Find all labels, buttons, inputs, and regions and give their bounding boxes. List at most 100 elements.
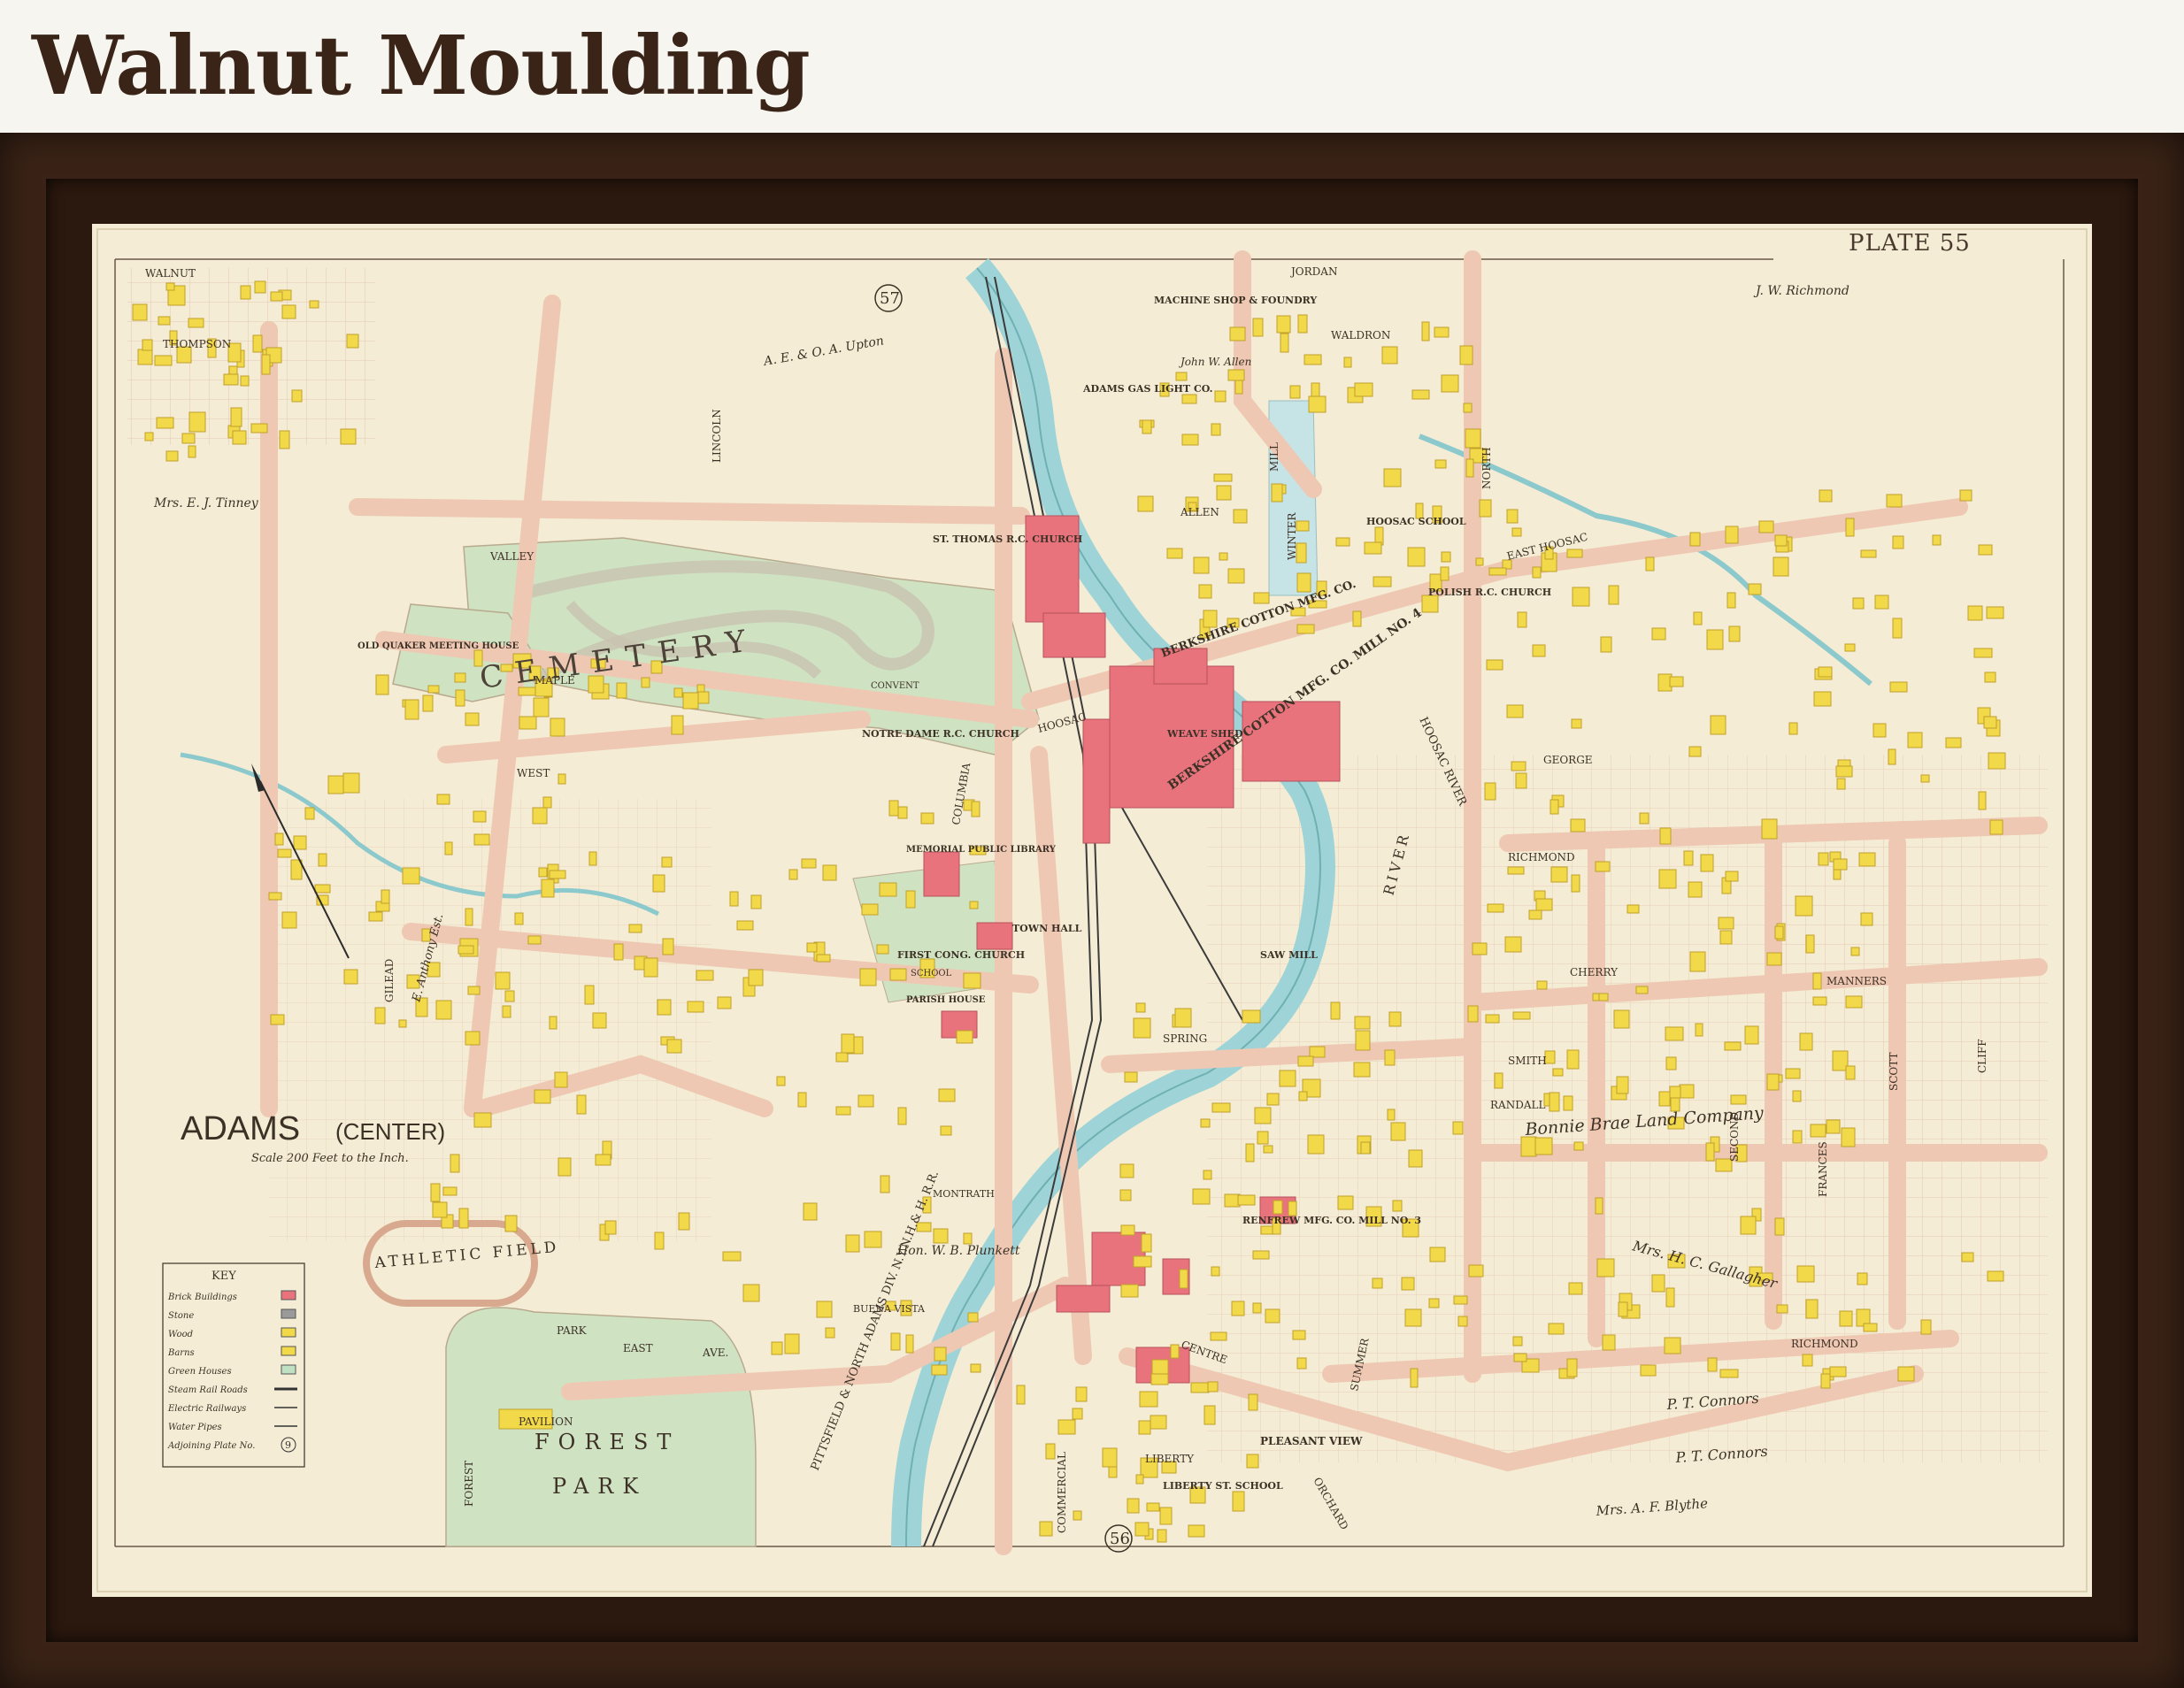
wood-building bbox=[252, 334, 263, 353]
wood-building bbox=[1792, 1090, 1802, 1102]
wood-building bbox=[402, 867, 420, 885]
map-title-suffix: (CENTER) bbox=[335, 1118, 445, 1145]
wood-building bbox=[748, 969, 764, 986]
street-forest: FOREST bbox=[463, 1461, 475, 1507]
wood-building bbox=[1651, 627, 1666, 641]
wood-building bbox=[1744, 1025, 1759, 1045]
wood-building bbox=[1198, 584, 1212, 599]
wood-building bbox=[432, 1201, 448, 1218]
wood-building bbox=[158, 316, 171, 326]
wood-building bbox=[1774, 534, 1788, 547]
wood-building bbox=[223, 373, 239, 386]
wood-building bbox=[1795, 895, 1813, 917]
wood-building bbox=[1227, 369, 1245, 381]
wood-building bbox=[888, 800, 899, 817]
wood-building bbox=[1719, 1369, 1739, 1378]
wood-building bbox=[1659, 827, 1672, 845]
owner-allen: John W. Allen bbox=[1178, 356, 1251, 368]
key-item-label: Electric Railways bbox=[167, 1404, 246, 1414]
wood-building bbox=[687, 1001, 704, 1013]
wood-building bbox=[1429, 1247, 1446, 1262]
wood-building bbox=[558, 773, 566, 785]
wood-building bbox=[841, 1033, 855, 1054]
walnut-frame: PLATE 55 ADAMS (CENTER) Scale 200 Feet t… bbox=[0, 133, 2184, 1688]
wood-building bbox=[538, 867, 548, 878]
wood-building bbox=[1138, 1420, 1151, 1435]
wood-building bbox=[1595, 861, 1611, 872]
wood-building bbox=[398, 1019, 407, 1028]
wood-building bbox=[1726, 592, 1736, 609]
wood-building bbox=[1967, 605, 1983, 621]
wood-building bbox=[1535, 898, 1553, 911]
wood-building bbox=[327, 775, 344, 794]
wood-building bbox=[1788, 722, 1798, 735]
wood-building bbox=[1820, 1373, 1831, 1389]
wood-building bbox=[1265, 1308, 1280, 1324]
wood-building bbox=[1207, 1381, 1219, 1393]
wood-building bbox=[1330, 1001, 1341, 1020]
wood-building bbox=[595, 1154, 611, 1166]
wood-building bbox=[1231, 1301, 1245, 1316]
wood-building bbox=[1602, 1334, 1616, 1351]
wood-building bbox=[1850, 947, 1860, 956]
wood-building bbox=[1296, 572, 1311, 593]
wood-building bbox=[662, 938, 674, 955]
wood-building bbox=[1932, 534, 1942, 546]
wood-building bbox=[1705, 1142, 1715, 1162]
wood-building bbox=[1484, 782, 1496, 801]
wood-building bbox=[427, 685, 440, 694]
wood-building bbox=[1381, 346, 1398, 364]
wood-building bbox=[1494, 1072, 1503, 1089]
wood-building bbox=[549, 1016, 558, 1030]
old-quaker-label: OLD QUAKER MEETING HOUSE bbox=[358, 641, 519, 651]
wood-building bbox=[1664, 1337, 1681, 1354]
wood-building bbox=[368, 911, 383, 922]
wood-building bbox=[1465, 428, 1481, 449]
wood-building bbox=[1157, 1529, 1167, 1543]
wood-building bbox=[281, 911, 297, 929]
wood-building bbox=[1392, 1200, 1403, 1212]
key-swatch bbox=[281, 1346, 296, 1356]
wood-building bbox=[1190, 1382, 1210, 1393]
wood-building bbox=[641, 677, 650, 688]
wood-building bbox=[1845, 995, 1863, 1009]
street-north: NORTH bbox=[1480, 447, 1493, 489]
wood-building bbox=[188, 318, 204, 328]
street-jordan: JORDAN bbox=[1289, 265, 1337, 278]
wood-building bbox=[788, 869, 798, 880]
wood-building bbox=[1693, 611, 1703, 625]
wood-building bbox=[671, 715, 684, 735]
wood-building bbox=[1549, 1092, 1560, 1112]
wood-building bbox=[1608, 585, 1619, 605]
wood-building bbox=[742, 1284, 760, 1302]
wood-building bbox=[1961, 1252, 1974, 1262]
wood-building bbox=[1210, 1331, 1227, 1341]
wood-building bbox=[1513, 1353, 1527, 1362]
street-liberty: LIBERTY bbox=[1145, 1453, 1195, 1465]
wood-building bbox=[1635, 986, 1649, 994]
wood-building bbox=[1572, 587, 1590, 607]
wood-building bbox=[1335, 537, 1350, 547]
wood-building bbox=[678, 1212, 690, 1231]
wood-building bbox=[504, 1215, 518, 1232]
wood-building bbox=[473, 810, 487, 823]
street-smith: SMITH bbox=[1508, 1055, 1547, 1067]
wood-building bbox=[889, 968, 907, 981]
wood-building bbox=[657, 999, 672, 1016]
wood-building bbox=[1973, 648, 1993, 658]
wood-building bbox=[458, 945, 474, 955]
wood-building bbox=[1119, 1189, 1132, 1201]
wood-building bbox=[1897, 1366, 1915, 1382]
wood-building bbox=[1383, 468, 1402, 487]
street-valley: VALLEY bbox=[489, 550, 534, 563]
saw-mill-label: SAW MILL bbox=[1260, 949, 1318, 961]
wood-building bbox=[435, 1000, 452, 1020]
wood-building bbox=[696, 970, 714, 981]
wood-building bbox=[822, 864, 837, 881]
wood-building bbox=[156, 417, 174, 429]
street-richmond-2: RICHMOND bbox=[1791, 1338, 1858, 1350]
wood-building bbox=[1253, 592, 1270, 604]
wood-building bbox=[534, 1089, 551, 1104]
wood-building bbox=[682, 692, 699, 710]
montrath-label: MONTRATH bbox=[933, 1188, 995, 1200]
